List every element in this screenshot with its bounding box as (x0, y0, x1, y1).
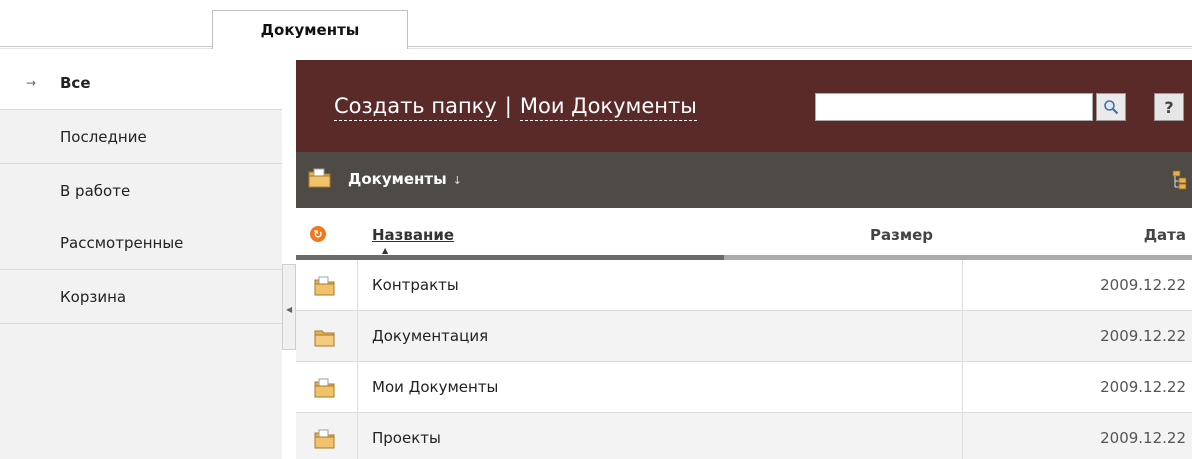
breadcrumb[interactable]: Документы ↓ (348, 170, 462, 188)
sidebar-item-in-progress[interactable]: В работе (0, 165, 282, 218)
table-row[interactable]: Документация 2009.12.22 (296, 311, 1192, 362)
top-tab-strip: Документы (0, 0, 1192, 56)
sidebar-item-label: Рассмотренные (60, 234, 184, 252)
table-row[interactable]: Мои Документы 2009.12.22 (296, 362, 1192, 413)
folder-documents-icon (314, 276, 335, 296)
panel-splitter[interactable]: ◀ (282, 264, 296, 350)
header-separator: | (504, 94, 512, 118)
panel-header: Создать папку | Мои Документы ? (296, 60, 1192, 152)
collapse-left-icon[interactable]: ◀ (286, 305, 292, 314)
help-button[interactable]: ? (1154, 93, 1184, 121)
row-divider (962, 413, 963, 459)
row-icon-cell (296, 362, 358, 412)
row-date: 2009.12.22 (1100, 378, 1186, 396)
arrow-right-icon: → (26, 76, 37, 90)
folder-documents-icon (314, 378, 335, 398)
sort-ascending-icon: ▲ (382, 246, 389, 255)
refresh-icon[interactable]: ↻ (310, 226, 326, 242)
create-folder-link[interactable]: Создать папку (334, 94, 497, 121)
sidebar-item-label: Корзина (60, 288, 127, 306)
folder-documents-icon (314, 429, 335, 449)
row-name[interactable]: Мои Документы (372, 378, 498, 396)
search-input[interactable] (815, 93, 1093, 121)
sidebar-item-reviewed[interactable]: Рассмотренные (0, 217, 282, 270)
sidebar-item-trash[interactable]: Корзина (0, 271, 282, 324)
row-date: 2009.12.22 (1100, 327, 1186, 345)
row-icon-cell (296, 260, 358, 310)
folder-icon (314, 330, 335, 347)
table-header: ↻ Название Размер Дата ▲ (296, 208, 1192, 260)
sidebar: → Все Последние В работе Рассмотренные К… (0, 57, 282, 459)
row-name[interactable]: Контракты (372, 276, 459, 294)
breadcrumb-label: Документы (348, 170, 447, 188)
sidebar-item-all[interactable]: → Все (0, 57, 282, 110)
tab-documents[interactable]: Документы (212, 10, 408, 49)
table-row[interactable]: Проекты 2009.12.22 (296, 413, 1192, 459)
row-divider (962, 362, 963, 412)
tab-baseline-shadow (0, 48, 1192, 49)
row-name[interactable]: Проекты (372, 429, 441, 447)
sidebar-item-label: В работе (60, 182, 131, 200)
header-title: Создать папку | Мои Документы (334, 94, 697, 121)
sidebar-item-recent[interactable]: Последние (0, 111, 282, 164)
row-divider (962, 311, 963, 361)
sidebar-item-label: Последние (60, 128, 147, 146)
dropdown-arrow-icon[interactable]: ↓ (453, 174, 462, 187)
tab-baseline (0, 46, 1192, 47)
row-date: 2009.12.22 (1100, 276, 1186, 294)
row-divider (962, 260, 963, 310)
row-name[interactable]: Документация (372, 327, 488, 345)
table-row[interactable]: Контракты 2009.12.22 (296, 260, 1192, 311)
search-icon (1104, 100, 1119, 115)
column-header-size[interactable]: Размер (870, 226, 933, 244)
row-date: 2009.12.22 (1100, 429, 1186, 447)
breadcrumb-toolbar: Документы ↓ (296, 152, 1192, 208)
column-header-name[interactable]: Название (372, 226, 454, 244)
column-header-date[interactable]: Дата (1144, 226, 1186, 244)
row-icon-cell (296, 311, 358, 361)
folder-documents-icon (308, 168, 331, 188)
sidebar-item-label: Все (60, 74, 91, 92)
my-documents-link[interactable]: Мои Документы (519, 94, 697, 121)
search-button[interactable] (1096, 93, 1126, 121)
folder-tree-icon[interactable] (1172, 170, 1188, 190)
row-icon-cell (296, 413, 358, 459)
main-panel: Создать папку | Мои Документы ? Документы ↓ (296, 60, 1192, 459)
